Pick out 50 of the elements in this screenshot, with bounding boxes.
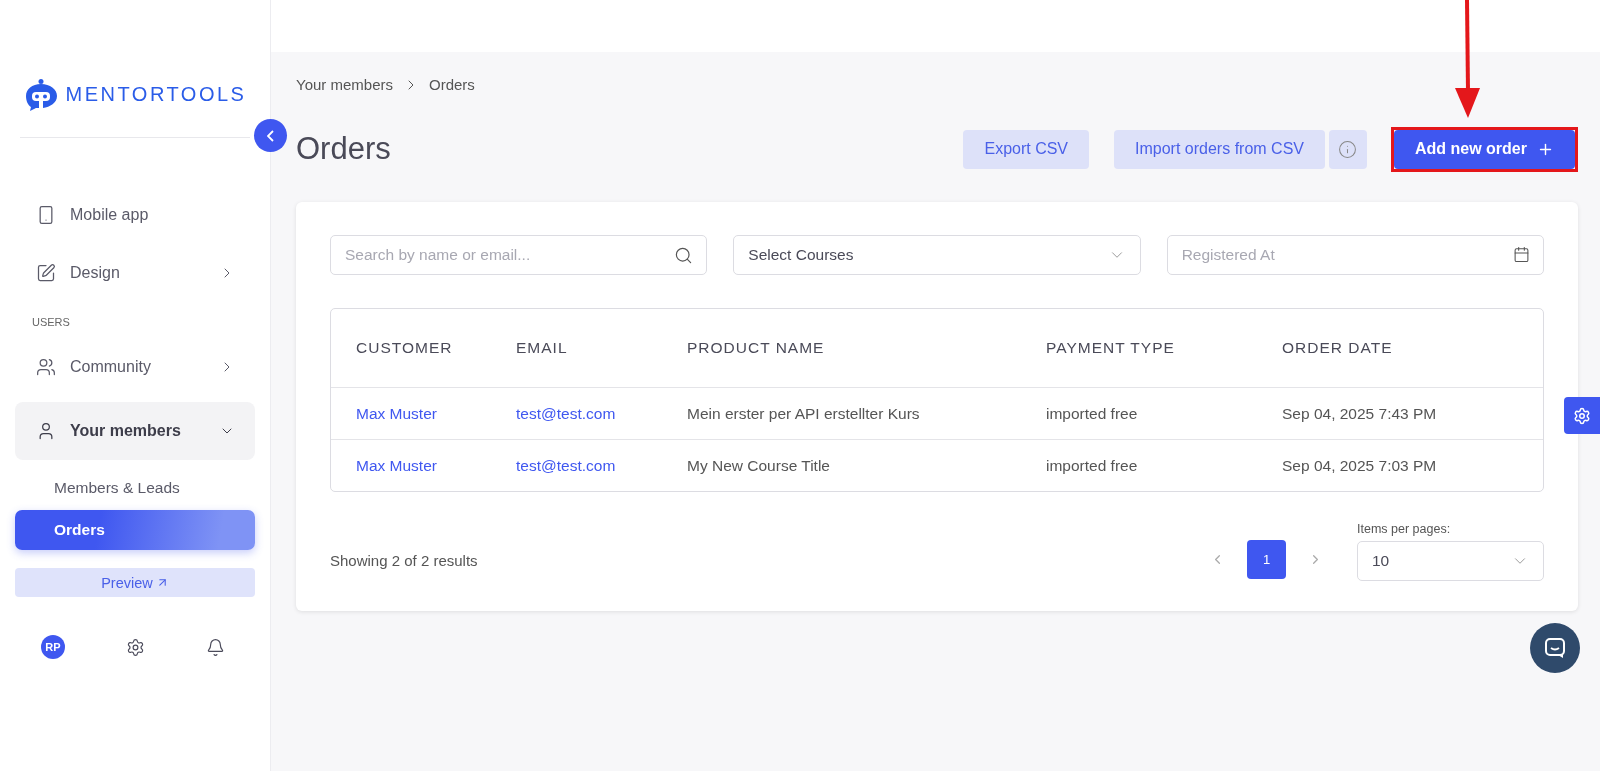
preview-button[interactable]: Preview xyxy=(15,568,255,597)
column-header: PRODUCT NAME xyxy=(687,339,826,357)
results-summary: Showing 2 of 2 results xyxy=(330,552,479,571)
email-link[interactable]: test@test.com xyxy=(516,404,687,423)
table-cell-text: Sep 04, 2025 7:03 PM xyxy=(1282,456,1438,475)
page-title: Orders xyxy=(296,131,392,167)
email-link[interactable]: test@test.com xyxy=(516,456,687,475)
customer-link[interactable]: Max Muster xyxy=(356,404,516,423)
calendar-icon xyxy=(1513,246,1530,263)
column-header: ORDER DATE xyxy=(1282,339,1394,357)
date-field[interactable]: Registered At xyxy=(1166,235,1544,275)
customer-link[interactable]: Max Muster xyxy=(356,456,516,475)
nav-item[interactable]: Design xyxy=(15,244,255,302)
robot-logo-icon xyxy=(23,78,58,111)
per-page-label: Items per pages: xyxy=(1357,522,1452,536)
breadcrumb-item[interactable]: Your members xyxy=(296,76,393,93)
user-avatar[interactable]: RP xyxy=(41,635,65,659)
settings-icon xyxy=(1573,406,1591,425)
page-button[interactable]: 1 xyxy=(1247,540,1286,579)
settings-icon[interactable] xyxy=(126,637,145,657)
table-cell-text: Sep 04, 2025 7:43 PM xyxy=(1282,404,1438,423)
courses-select[interactable]: Select Courses xyxy=(733,235,1141,275)
table-cell-text: imported free xyxy=(1046,404,1139,423)
nav-item[interactable]: Community xyxy=(15,338,255,396)
nav-subitem[interactable]: Orders xyxy=(15,510,255,550)
search-icon xyxy=(674,246,694,265)
breadcrumb-item[interactable]: Orders xyxy=(429,76,475,93)
settings-tab[interactable] xyxy=(1564,397,1600,434)
column-header: PAYMENT TYPE xyxy=(1046,339,1176,357)
chevron-left-icon xyxy=(267,129,274,142)
nav-icon xyxy=(36,357,56,377)
nav-item[interactable]: Mobile app xyxy=(15,186,255,244)
logo-text: MENTORTOOLS xyxy=(65,83,247,106)
column-header: EMAIL xyxy=(516,339,569,357)
add-order-button[interactable]: Add new order xyxy=(1394,129,1575,169)
action-button[interactable]: Import orders from CSV xyxy=(1114,129,1325,169)
info-icon xyxy=(1338,139,1358,159)
action-button[interactable]: Export CSV xyxy=(963,129,1090,169)
table-cell-text: My New Course Title xyxy=(687,456,831,475)
per-page-select[interactable]: 10 xyxy=(1357,541,1544,581)
table-cell-text: imported free xyxy=(1046,456,1139,475)
section-heading: USERS xyxy=(31,315,71,330)
chat-icon xyxy=(1544,637,1566,659)
nav-subitem[interactable]: Members & Leads xyxy=(15,468,255,508)
bell-icon[interactable] xyxy=(206,637,225,657)
nav-item[interactable]: Your members xyxy=(15,402,255,460)
search-field[interactable]: Search by name or email... xyxy=(330,235,708,275)
column-header: CUSTOMER xyxy=(356,339,454,357)
table-cell-text: Mein erster per API erstellter Kurs xyxy=(687,404,921,423)
nav-icon xyxy=(36,263,56,283)
